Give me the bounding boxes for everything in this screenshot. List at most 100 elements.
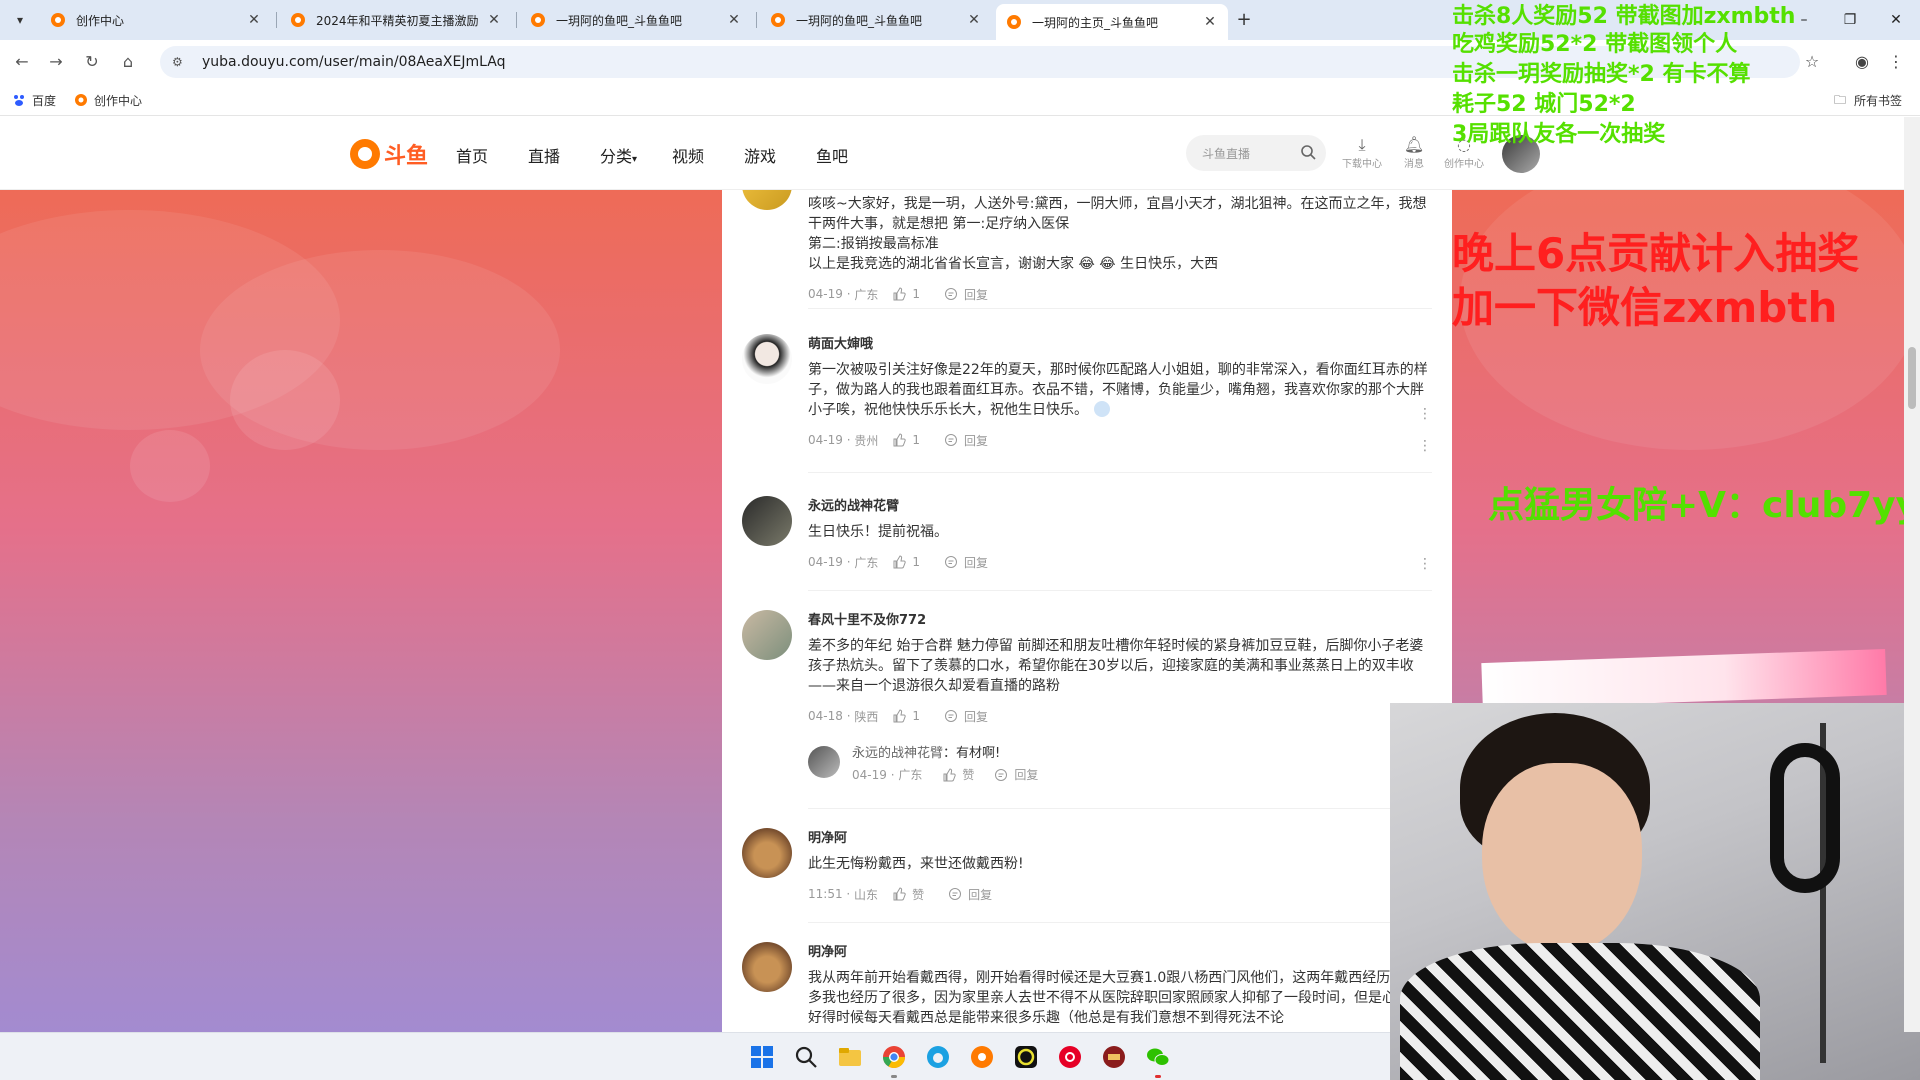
back-arrow-icon[interactable]: ← [10,50,34,74]
commenter-name[interactable]: 明净阿 [808,828,1432,850]
commenter-avatar[interactable] [742,334,792,384]
close-tab-icon[interactable]: ✕ [246,12,262,28]
download-icon: ⤓ [1358,135,1366,154]
tool-label: 下载中心 [1342,159,1382,170]
site-search-input[interactable]: 斗鱼直播 [1186,135,1326,171]
thumbs-up-icon [893,555,907,569]
netease-music-icon[interactable] [1056,1043,1084,1071]
wechat-icon[interactable] [1144,1043,1172,1071]
commenter-avatar[interactable] [742,828,792,878]
reload-icon[interactable]: ↻ [80,50,104,74]
game-launcher-icon[interactable] [1100,1043,1128,1071]
like-button[interactable]: 赞 [942,766,974,783]
more-options-icon[interactable]: ⋮ [1418,556,1432,572]
like-button[interactable]: 1 [892,287,920,301]
nav-video[interactable]: 视频 [672,143,704,167]
douyu-logo[interactable]: 斗鱼 [350,137,428,171]
commenter-avatar[interactable] [742,190,792,210]
reply-button[interactable]: 回复 [948,886,992,903]
commenter-avatar[interactable] [742,942,792,992]
like-label: 赞 [962,768,975,782]
reply-bubble-icon [995,768,1008,781]
commenter-name[interactable]: 萌面大婶哦 [808,334,1432,356]
reply-user[interactable]: 永远的战神花臂 [852,746,943,761]
messages-button[interactable]: 🔔︎ 消息 [1390,135,1438,170]
all-bookmarks[interactable]: 🗀 所有书签 [1834,90,1902,110]
file-explorer-icon[interactable] [836,1043,864,1071]
close-tab-icon[interactable]: ✕ [726,12,742,28]
scrollbar-thumb[interactable] [1908,347,1916,409]
close-tab-icon[interactable]: ✕ [1202,14,1218,30]
commenter-avatar[interactable] [742,496,792,546]
douyu-app-icon[interactable] [968,1043,996,1071]
chrome-icon[interactable] [880,1043,908,1071]
reply-button[interactable]: 回复 [944,286,988,303]
commenter-avatar[interactable] [742,610,792,660]
reply-button[interactable]: 回复 [994,766,1038,783]
browser-tab-2[interactable]: 2024年和平精英初夏主播激励 ✕ [280,4,512,36]
comment-meta: 04-18 · 陕西 1 回复 [808,708,988,725]
overlay-rule-line: 击杀8人奖励52 带截图加zxmbth [1452,4,1796,29]
page-scrollbar[interactable] [1904,117,1920,1032]
bookmark-baidu[interactable]: 百度 [12,90,56,110]
nav-live[interactable]: 直播 [528,143,560,167]
home-icon[interactable]: ⌂ [116,50,140,74]
restore-icon[interactable]: ❐ [1830,6,1870,34]
browser-tab-3[interactable]: 一玥阿的鱼吧_斗鱼鱼吧 ✕ [520,4,752,36]
more-menu-icon[interactable]: ⋮ [1884,50,1908,74]
nav-yuba[interactable]: 鱼吧 [816,143,848,167]
bookmark-creator-center[interactable]: 创作中心 [74,90,142,110]
commenter-name[interactable]: 永远的战神花臂 [808,496,1432,518]
streamer-webcam-feed [1390,703,1920,1080]
obs-icon[interactable] [1012,1043,1040,1071]
douyu-favicon-icon [531,13,545,27]
nav-category[interactable]: 分类▾ [600,143,637,167]
more-options-icon[interactable]: ⋮ [1418,438,1432,454]
windows-start-icon[interactable] [748,1043,776,1071]
close-tab-icon[interactable]: ✕ [966,12,982,28]
reply-button[interactable]: 回复 [944,708,988,725]
comment-divider [808,922,1432,923]
like-button[interactable]: 1 [892,555,920,569]
search-icon[interactable] [1300,144,1316,160]
site-info-icon[interactable]: ⚙ [172,55,192,69]
reply-bubble-icon [949,888,962,900]
reply-label: 回复 [1014,768,1039,782]
browser-tab-1[interactable]: 创作中心 ✕ [40,4,272,36]
new-tab-button[interactable]: + [1232,8,1256,32]
browser-tab-4[interactable]: 一玥阿的鱼吧_斗鱼鱼吧 ✕ [760,4,992,36]
reply-avatar[interactable] [808,746,840,778]
tab-title: 一玥阿的鱼吧_斗鱼鱼吧 [556,13,683,28]
edge-icon[interactable] [924,1043,952,1071]
browser-tab-5-active[interactable]: 一玥阿的主页_斗鱼鱼吧 ✕ [996,4,1228,40]
nav-home[interactable]: 首页 [456,143,488,167]
profile-icon[interactable]: ◉ [1850,50,1874,74]
tab-search-chevron-icon[interactable]: ▾ [8,8,32,32]
download-center-button[interactable]: ⤓ 下载中心 [1338,135,1386,170]
nav-games[interactable]: 游戏 [744,143,776,167]
forward-arrow-icon[interactable]: → [44,50,68,74]
bell-icon: 🔔︎ [1403,135,1425,154]
commenter-name[interactable]: 明净阿 [808,942,1432,964]
tab-title: 一玥阿的鱼吧_斗鱼鱼吧 [796,13,923,28]
bookmark-star-icon[interactable]: ☆ [1800,50,1824,74]
comment-text: 此生无悔粉戴西，来世还做戴西粉! [808,856,1024,872]
reply-button[interactable]: 回复 [944,432,988,449]
search-icon[interactable] [792,1043,820,1071]
thumbs-up-icon [893,433,907,447]
like-button[interactable]: 赞 [892,886,924,903]
reply-button[interactable]: 回复 [944,554,988,571]
close-tab-icon[interactable]: ✕ [486,12,502,28]
commenter-name[interactable]: 春风十里不及你772 [808,610,1432,632]
reply-content: 有材啊! [956,746,1001,761]
reply-location: 广东 [898,768,923,782]
reply-bubble-icon [944,556,957,568]
url-text[interactable]: yuba.douyu.com/user/main/08AeaXEJmLAq [202,54,505,70]
comment-location: 广东 [854,555,879,570]
reply-label: 回复 [963,555,988,570]
close-window-icon[interactable]: ✕ [1876,6,1916,34]
like-button[interactable]: 1 [892,709,920,723]
heart-bubble-icon [130,430,210,502]
thumbs-up-icon [893,887,906,901]
like-button[interactable]: 1 [892,433,920,447]
